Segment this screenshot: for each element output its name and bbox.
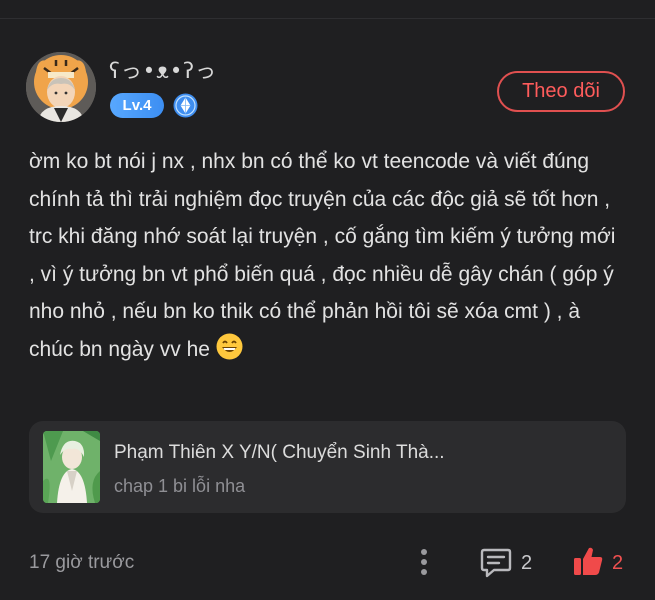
more-options-icon[interactable]: [416, 546, 432, 578]
user-avatar[interactable]: [26, 52, 96, 122]
reply-comment-icon[interactable]: [480, 546, 512, 578]
like-count: 2: [612, 552, 624, 574]
reply-count: 2: [521, 552, 533, 574]
top-divider: [0, 18, 655, 19]
username[interactable]: ʕっ•ᴥ•ʔっ: [109, 55, 217, 85]
story-card[interactable]: Phạm Thiên X Y/N( Chuyển Sinh Thà... cha…: [29, 421, 626, 513]
story-chapter: chap 1 bi lỗi nha: [114, 476, 246, 496]
diamond-badge-icon: [173, 93, 198, 118]
follow-button[interactable]: Theo dõi: [497, 71, 625, 112]
grinning-emoji-icon: [216, 333, 243, 373]
comment-body: ờm ko bt nói j nx , nhx bn có thể ko vt …: [29, 150, 616, 361]
tiger-avatar-icon: [26, 52, 96, 122]
story-cover-image: [43, 431, 100, 503]
story-title: Phạm Thiên X Y/N( Chuyển Sinh Thà...: [114, 442, 445, 463]
level-badge: Lv.4: [110, 93, 164, 118]
comment-timestamp: 17 giờ trước: [29, 552, 135, 573]
comment-text: ờm ko bt nói j nx , nhx bn có thể ko vt …: [29, 143, 625, 373]
thumbs-up-icon[interactable]: [572, 545, 604, 577]
